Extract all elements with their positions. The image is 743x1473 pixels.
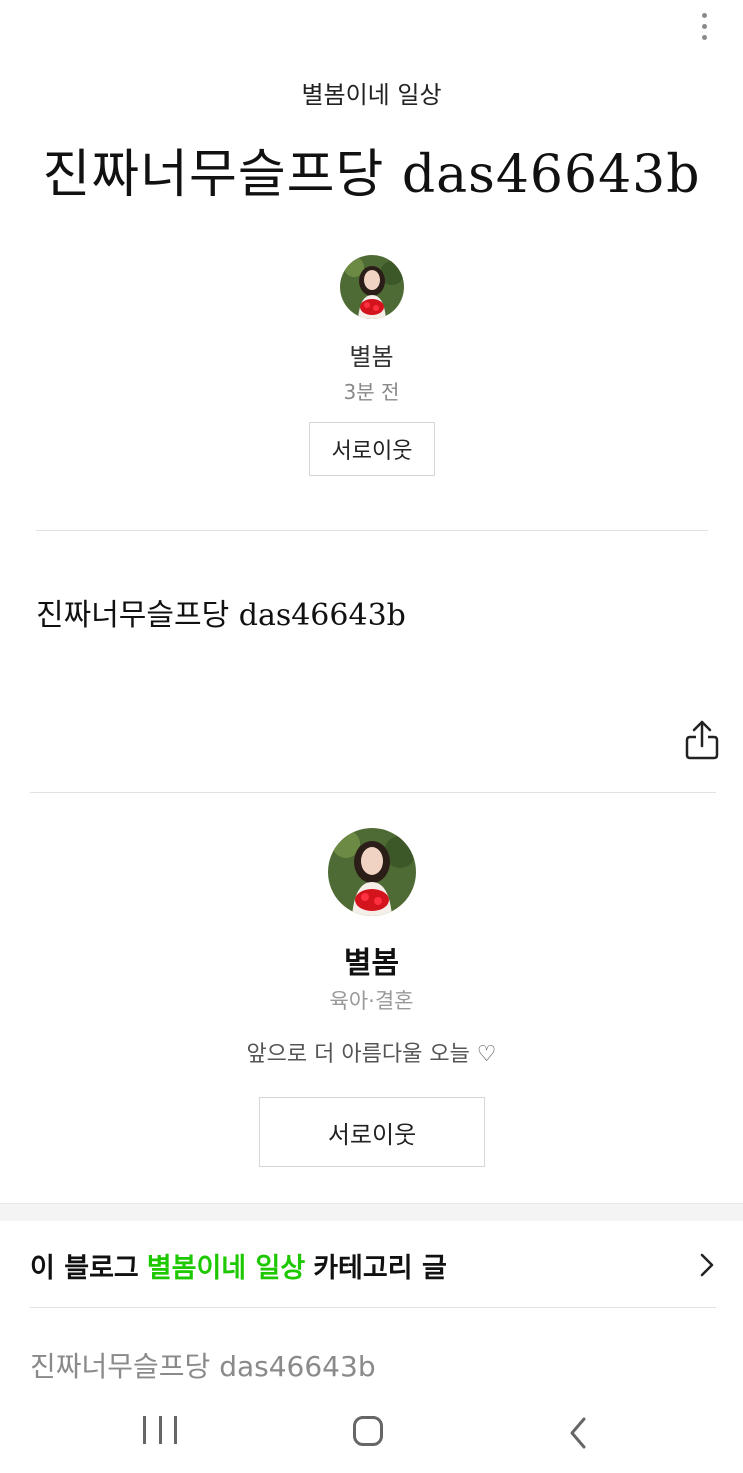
share-button[interactable] [684, 718, 720, 762]
profile-name[interactable]: 별봄 [0, 938, 743, 982]
post-time: 3분 전 [343, 380, 400, 404]
more-options-button[interactable] [689, 8, 719, 44]
divider [30, 1307, 716, 1308]
profile-add-neighbor-button[interactable]: 서로이웃 [259, 1097, 485, 1167]
category-link-prefix: 이 블로그 [30, 1252, 139, 1284]
add-neighbor-button[interactable]: 서로이웃 [309, 422, 435, 476]
recent-apps-icon[interactable] [143, 1416, 177, 1446]
share-icon [685, 720, 719, 760]
author-name[interactable]: 별봄 [0, 337, 743, 372]
more-vertical-icon [701, 12, 707, 18]
divider [36, 530, 708, 531]
section-separator [0, 1203, 743, 1221]
system-nav-bar [0, 1390, 743, 1473]
related-post-item[interactable]: 진짜너무슬프당 das46643b [30, 1345, 376, 1385]
profile-avatar[interactable] [328, 828, 416, 916]
author-avatar[interactable] [340, 255, 404, 319]
profile-topic: 육아·결혼 [329, 989, 414, 1013]
category-posts-link[interactable]: 이 블로그 별봄이네 일상 카테고리 글 [0, 1222, 743, 1308]
divider [30, 792, 716, 793]
post-body-text: 진짜너무슬프당 das46643b [36, 598, 406, 633]
profile-bio: 앞으로 더 아름다울 오늘 ♡ [246, 1042, 497, 1067]
category-link-suffix: 카테고리 글 [313, 1252, 447, 1284]
chevron-right-icon [700, 1253, 714, 1277]
post-category[interactable]: 별봄이네 일상 [0, 75, 743, 110]
category-link-blog-name: 별봄이네 일상 [146, 1252, 306, 1284]
home-icon[interactable] [353, 1416, 383, 1446]
back-icon[interactable] [566, 1416, 590, 1450]
post-title: 진짜너무슬프당 das46643b [42, 145, 701, 205]
